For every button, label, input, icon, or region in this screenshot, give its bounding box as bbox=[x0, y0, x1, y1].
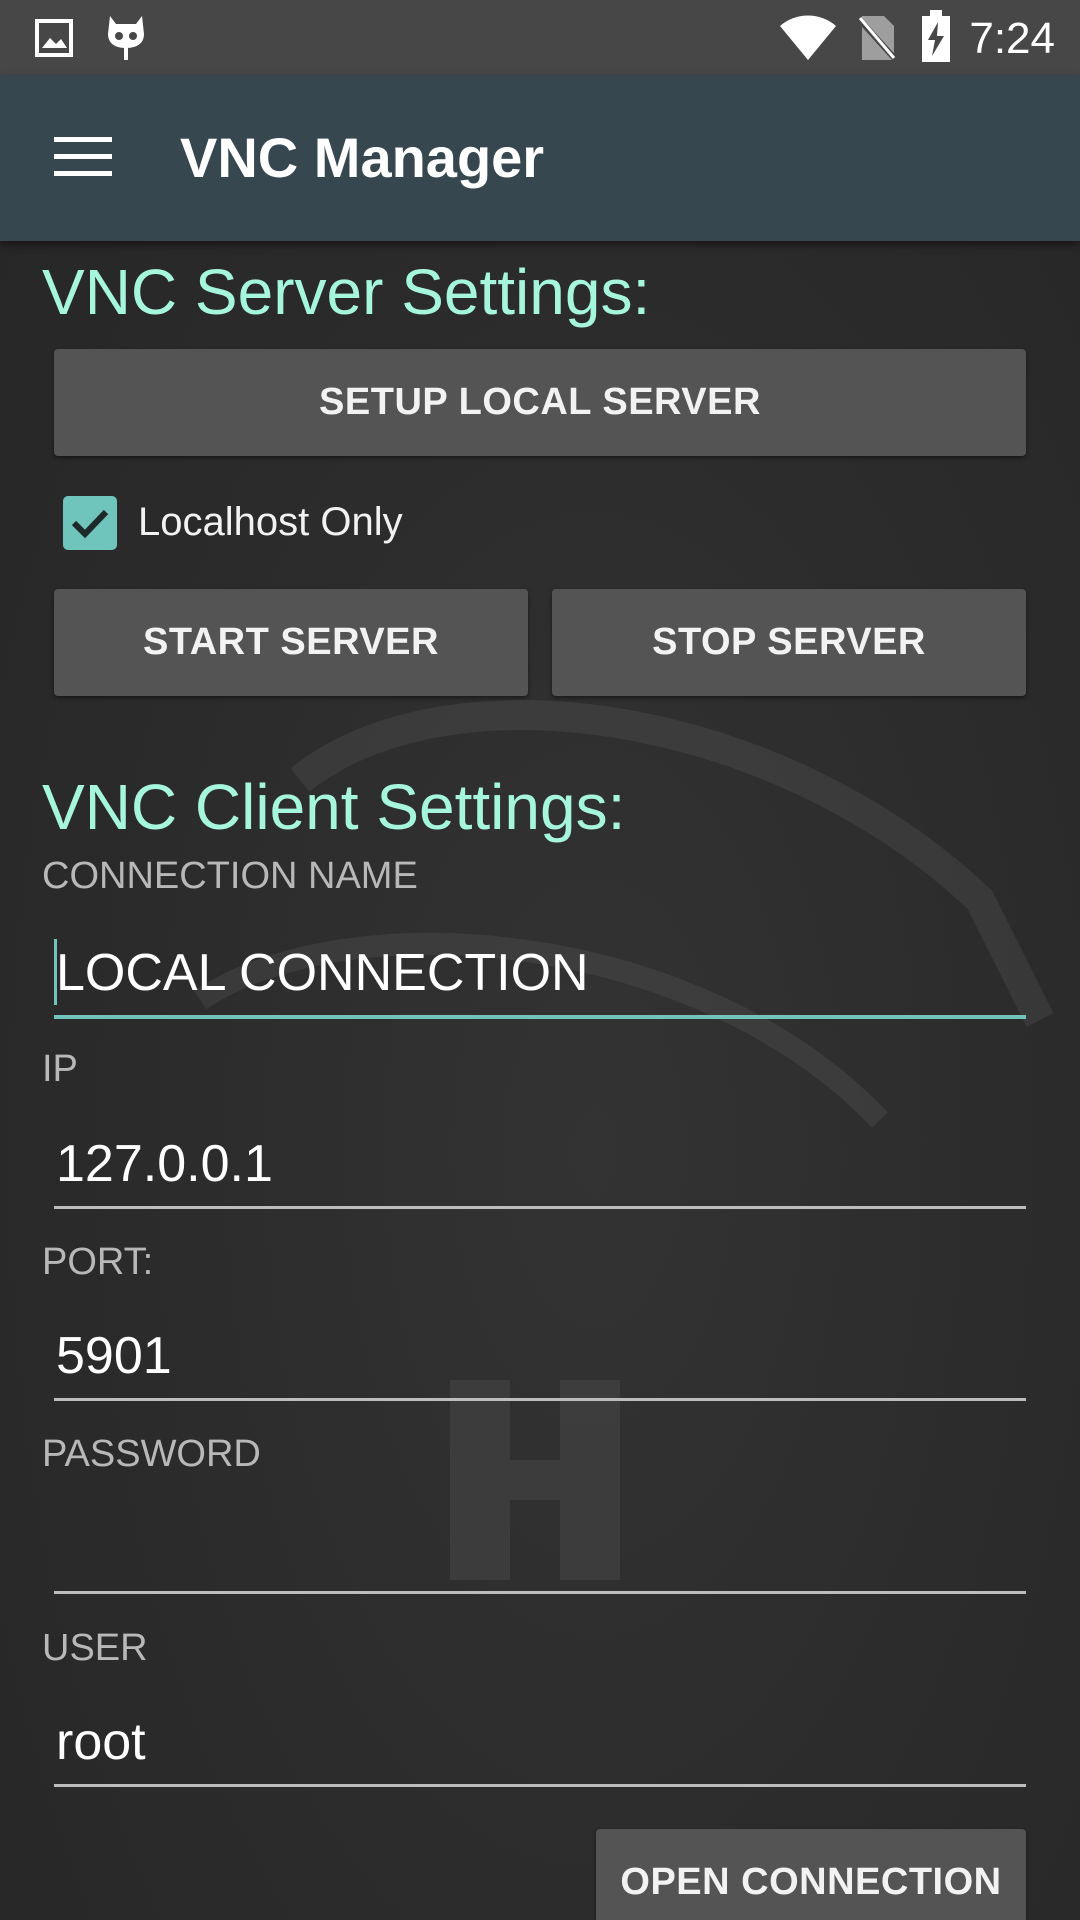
ip-value: 127.0.0.1 bbox=[56, 1135, 273, 1193]
stop-server-button[interactable]: STOP SERVER bbox=[552, 589, 1026, 696]
connection-name-label: CONNECTION NAME bbox=[42, 855, 418, 897]
port-label: PORT: bbox=[42, 1241, 154, 1283]
connection-name-value: LOCAL CONNECTION bbox=[56, 944, 589, 1002]
battery-charging-icon bbox=[922, 10, 950, 62]
ip-label: IP bbox=[42, 1048, 78, 1090]
vnc-manager-screen: 7:24 VNC Manager VNC Server Settings: SE… bbox=[0, 0, 1080, 1920]
localhost-only-label: Localhost Only bbox=[138, 500, 403, 544]
ip-field[interactable]: 127.0.0.1 bbox=[54, 1126, 1026, 1209]
hamburger-menu-icon bbox=[54, 137, 112, 176]
no-sim-icon bbox=[858, 15, 896, 62]
menu-button[interactable] bbox=[38, 117, 128, 197]
client-settings-heading: VNC Client Settings: bbox=[42, 771, 626, 843]
port-field[interactable]: 5901 bbox=[54, 1318, 1026, 1401]
cyanogen-icon bbox=[108, 16, 144, 60]
user-value: root bbox=[56, 1713, 146, 1771]
user-label: USER bbox=[42, 1627, 148, 1669]
image-icon bbox=[35, 19, 73, 57]
open-connection-button[interactable]: OPEN CONNECTION bbox=[596, 1829, 1026, 1920]
server-settings-heading: VNC Server Settings: bbox=[42, 256, 651, 328]
app-bar: VNC Manager bbox=[0, 75, 1080, 241]
app-title: VNC Manager bbox=[180, 126, 545, 189]
connection-name-field[interactable]: LOCAL CONNECTION bbox=[54, 935, 1026, 1019]
checkmark-icon bbox=[71, 509, 109, 539]
localhost-only-checkbox[interactable] bbox=[63, 496, 117, 550]
password-field[interactable] bbox=[54, 1511, 1026, 1594]
setup-local-server-button[interactable]: SETUP LOCAL SERVER bbox=[54, 349, 1026, 456]
start-server-button[interactable]: START SERVER bbox=[54, 589, 528, 696]
status-time: 7:24 bbox=[969, 14, 1055, 63]
wifi-icon bbox=[780, 15, 836, 60]
user-field[interactable]: root bbox=[54, 1704, 1026, 1787]
status-bar: 7:24 bbox=[0, 0, 1080, 75]
port-value: 5901 bbox=[56, 1327, 172, 1385]
password-label: PASSWORD bbox=[42, 1433, 261, 1475]
